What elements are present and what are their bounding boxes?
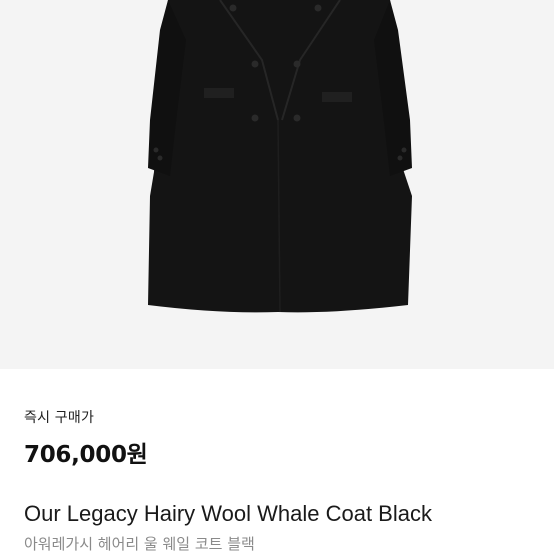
coat-button xyxy=(293,60,301,68)
price-label: 즉시 구매가 xyxy=(24,410,95,426)
coat-right-pocket xyxy=(322,92,352,102)
product-subtitle: 아워레가시 헤어리 울 웨일 코트 블랙 xyxy=(24,535,255,553)
cuff-button xyxy=(153,147,159,153)
cuff-button xyxy=(397,155,403,161)
coat-button xyxy=(251,114,259,122)
coat-illustration xyxy=(148,0,412,313)
coat-button xyxy=(229,4,237,12)
product-info: 즉시 구매가 706,000원 Our Legacy Hairy Wool Wh… xyxy=(0,369,554,554)
price: 706,000원 xyxy=(24,442,148,468)
coat-button xyxy=(251,60,259,68)
coat-left-pocket xyxy=(204,88,234,98)
cuff-button xyxy=(401,147,407,153)
cuff-button xyxy=(157,155,163,161)
product-image[interactable] xyxy=(0,0,554,369)
coat-button xyxy=(293,114,301,122)
coat-button xyxy=(314,4,322,12)
product-title[interactable]: Our Legacy Hairy Wool Whale Coat Black xyxy=(24,501,432,527)
